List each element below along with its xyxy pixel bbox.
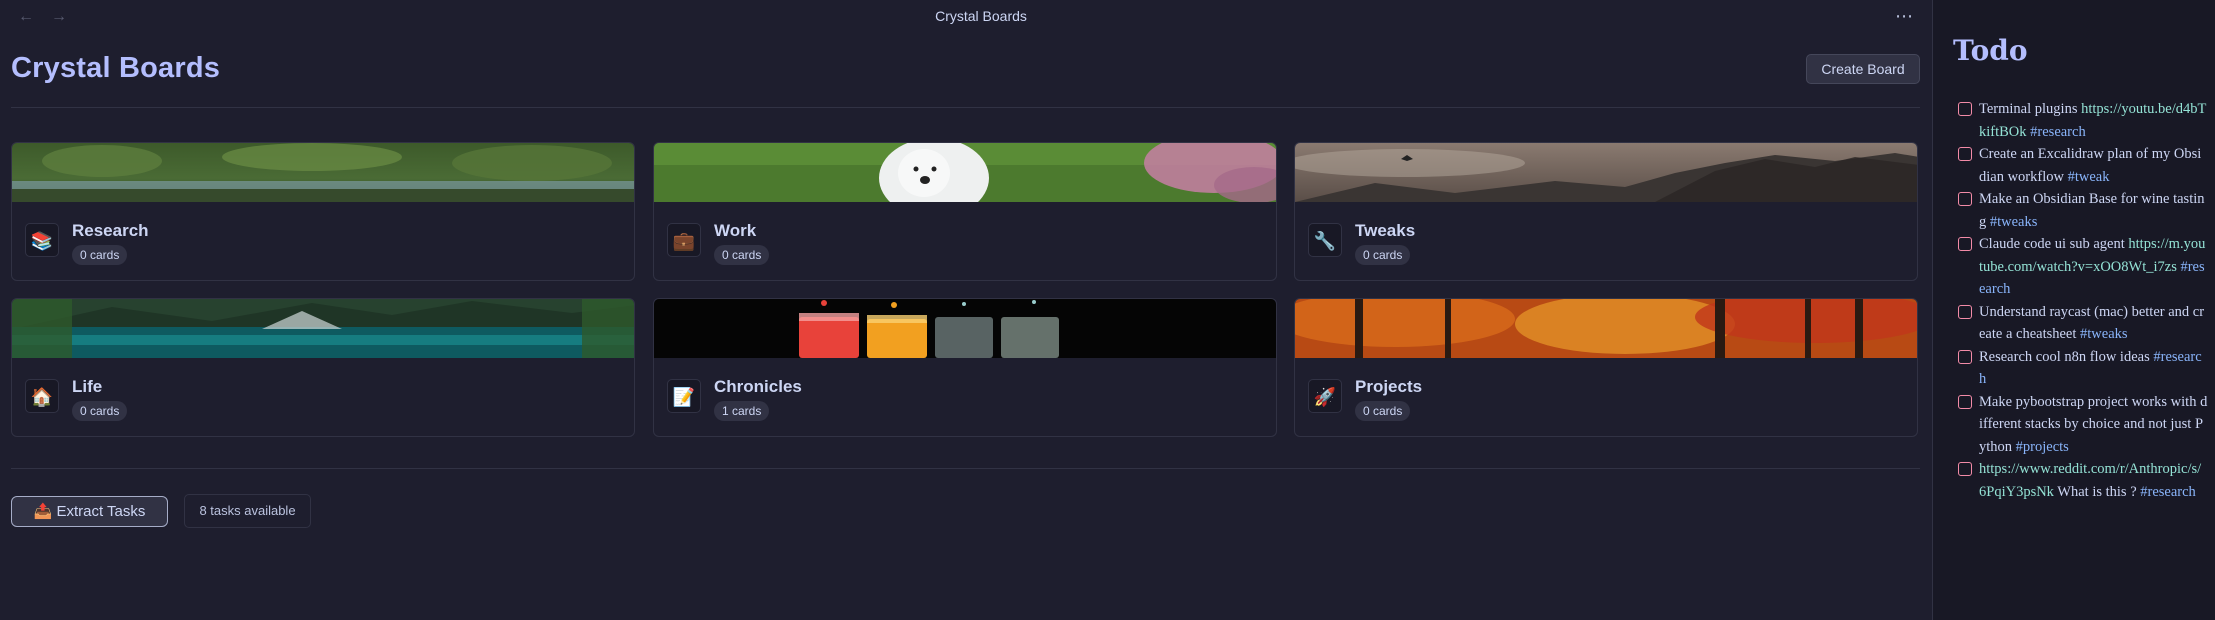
books-icon: 📚 [25, 223, 59, 257]
todo-label: Terminal plugins [1979, 101, 2082, 117]
todo-tag[interactable]: #projects [2016, 439, 2069, 455]
board-card-life[interactable]: 🏠 Life 0 cards [11, 298, 635, 437]
todo-text: Claude code ui sub agent https://m.youtu… [1979, 233, 2208, 301]
board-name: Chronicles [714, 377, 802, 396]
card-count-badge: 0 cards [72, 245, 128, 265]
page-title: Crystal Boards [11, 52, 221, 84]
todo-list: Terminal plugins https://youtu.be/d4bTki… [1958, 98, 2208, 503]
todo-label: Research cool n8n flow ideas [1979, 348, 2154, 365]
todo-checkbox[interactable] [1958, 192, 1972, 206]
more-horizontal-icon[interactable]: ⋯ [1894, 6, 1914, 27]
banner-image-drinks [654, 299, 1276, 358]
window-title: Crystal Boards [935, 8, 1027, 24]
todo-checkbox[interactable] [1958, 237, 1972, 251]
tasks-available-badge: 8 tasks available [184, 494, 311, 528]
todo-sidebar: Todo Terminal plugins https://youtu.be/d… [1932, 0, 2215, 620]
todo-text: https://www.reddit.com/r/Anthropic/s/6Pq… [1979, 458, 2208, 503]
board-card-projects[interactable]: 🚀 Projects 0 cards [1294, 298, 1918, 437]
todo-label: What is this ? [2053, 483, 2141, 500]
todo-checkbox[interactable] [1958, 394, 1972, 409]
todo-text: Create an Excalidraw plan of my Obsidian… [1979, 143, 2208, 188]
banner-image-autumn-forest [1295, 299, 1917, 358]
extract-tasks-button[interactable]: 📤 Extract Tasks [11, 496, 168, 527]
todo-checkbox[interactable] [1958, 102, 1972, 116]
todo-text: Research cool n8n flow ideas #research [1979, 346, 2208, 391]
todo-checkbox[interactable] [1958, 304, 1972, 319]
board-name: Tweaks [1355, 221, 1416, 240]
todo-label: Make pybootstrap project works with diff… [1979, 393, 2208, 455]
create-board-button[interactable]: Create Board [1806, 54, 1920, 84]
todo-item: Terminal plugins https://youtu.be/d4bTki… [1958, 98, 2208, 143]
divider [11, 468, 1920, 469]
todo-text: Understand raycast (mac) better and crea… [1979, 301, 2208, 346]
house-icon: 🏠 [25, 379, 59, 413]
todo-item: Research cool n8n flow ideas #research [1958, 346, 2208, 391]
divider [11, 107, 1920, 108]
wrench-icon: 🔧 [1308, 223, 1342, 257]
board-name: Life [72, 377, 103, 396]
memo-icon: 📝 [667, 379, 701, 413]
todo-tag[interactable]: #tweaks [2080, 326, 2128, 342]
title-bar: ← → Crystal Boards ⋯ [0, 0, 1932, 34]
banner-image-mountain-lake [12, 299, 634, 358]
card-count-badge: 0 cards [1355, 245, 1411, 265]
briefcase-icon: 💼 [667, 223, 701, 257]
card-count-badge: 1 cards [714, 401, 770, 421]
banner-image-forest-river [12, 143, 634, 202]
todo-item: Create an Excalidraw plan of my Obsidian… [1958, 143, 2208, 188]
sidebar-title: Todo [1953, 34, 2028, 67]
board-name: Research [72, 221, 149, 240]
todo-item: Claude code ui sub agent https://m.youtu… [1958, 233, 2208, 301]
todo-text: Make pybootstrap project works with diff… [1979, 391, 2208, 459]
todo-text: Make an Obsidian Base for wine tasting #… [1979, 188, 2208, 233]
banner-image-misty-mountains [1295, 143, 1917, 202]
card-count-badge: 0 cards [72, 401, 128, 421]
todo-tag[interactable]: #research [2030, 124, 2086, 140]
banner-image-white-dog [654, 143, 1276, 202]
board-card-tweaks[interactable]: 🔧 Tweaks 0 cards [1294, 142, 1918, 281]
todo-tag[interactable]: #tweak [2068, 169, 2110, 185]
board-name: Projects [1355, 377, 1423, 396]
todo-checkbox[interactable] [1958, 462, 1972, 476]
card-count-badge: 0 cards [1355, 401, 1411, 421]
board-name: Work [714, 221, 757, 240]
todo-item: Understand raycast (mac) better and crea… [1958, 301, 2208, 346]
todo-item: https://www.reddit.com/r/Anthropic/s/6Pq… [1958, 458, 2208, 503]
todo-item: Make pybootstrap project works with diff… [1958, 391, 2208, 459]
todo-tag[interactable]: #tweaks [1990, 214, 2038, 230]
board-card-research[interactable]: 📚 Research 0 cards [11, 142, 635, 281]
board-card-work[interactable]: 💼 Work 0 cards [653, 142, 1277, 281]
todo-checkbox[interactable] [1958, 147, 1972, 161]
card-count-badge: 0 cards [714, 245, 770, 265]
todo-item: Make an Obsidian Base for wine tasting #… [1958, 188, 2208, 233]
board-card-chronicles[interactable]: 📝 Chronicles 1 cards [653, 298, 1277, 437]
todo-text: Terminal plugins https://youtu.be/d4bTki… [1979, 98, 2208, 143]
todo-checkbox[interactable] [1958, 349, 1972, 364]
rocket-icon: 🚀 [1308, 379, 1342, 413]
main-pane: ← → Crystal Boards ⋯ Crystal Boards Crea… [0, 0, 1932, 620]
todo-tag[interactable]: #research [2140, 484, 2196, 500]
todo-label: Claude code ui sub agent [1979, 236, 2129, 252]
